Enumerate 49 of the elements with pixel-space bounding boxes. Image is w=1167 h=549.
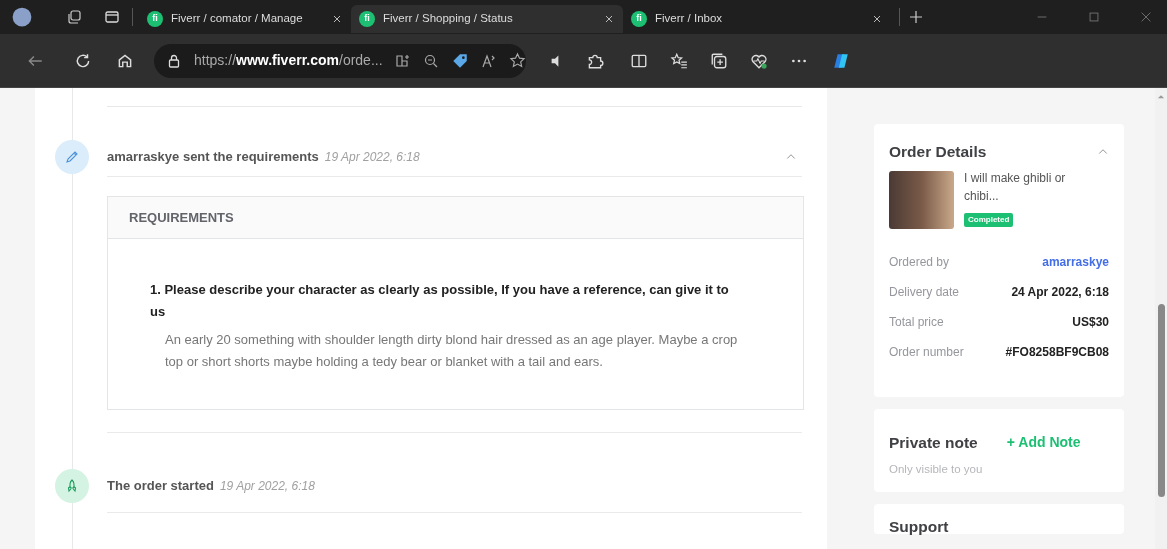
browser-tab[interactable]: fi Fiverr / Inbox [623, 5, 891, 33]
event-title: The order started [107, 477, 214, 496]
scrollbar-thumb[interactable] [1158, 304, 1165, 497]
collections-icon[interactable] [710, 51, 728, 70]
card-title: Order Details [889, 142, 987, 162]
requirement-question: 1. Please describe your character as clearly as possible, If you have a reference, can give it to us [150, 281, 730, 321]
detail-value: US$30 [1072, 314, 1109, 332]
detail-label: Delivery date [889, 284, 960, 302]
grid-plus-icon[interactable] [394, 52, 411, 69]
username-link[interactable]: amarraskye [1042, 253, 1109, 272]
detail-label: Total price [889, 314, 944, 332]
lock-icon[interactable] [166, 52, 182, 69]
browser-tab[interactable]: fi Fiverr / comator / Manage [139, 5, 351, 33]
favicon: fi [147, 11, 163, 27]
avatar-icon[interactable] [12, 7, 32, 27]
requirement-answer: An early 20 something with shoulder length dirty blond hair dressed as an age player. Maybe a crop top or short shorts maybe holding a tedy bear or blanket with a tail and ears. [164, 331, 739, 371]
gig-image-placeholder [889, 171, 954, 230]
hint-text: Only visible to you [889, 461, 984, 477]
favorites-icon[interactable] [670, 51, 688, 70]
event-time: 19 Apr 2022, 6:18 [324, 149, 420, 167]
close-icon[interactable] [331, 13, 343, 25]
pencil-icon [64, 149, 80, 165]
card-title: Private note [889, 433, 978, 454]
detail-value: 24 Apr 2022, 6:18 [1011, 284, 1109, 302]
workspaces-icon[interactable] [66, 9, 82, 25]
panel-heading: REQUIREMENTS [129, 208, 234, 227]
scrollbar[interactable] [1155, 88, 1167, 549]
window-close-icon[interactable] [1139, 10, 1153, 24]
address-bar[interactable]: https://www.fiverr.com/orde... [154, 43, 526, 78]
status-badge: Completed [964, 213, 1014, 228]
tab-actions-icon[interactable] [104, 9, 120, 25]
detail-label: Order number [889, 344, 964, 362]
favicon: fi [631, 11, 647, 27]
refresh-icon[interactable] [74, 51, 92, 70]
copilot-icon[interactable] [832, 51, 850, 70]
card-title: Support [889, 517, 949, 535]
detail-value: #FO8258BF9CB08 [1005, 344, 1109, 362]
close-icon[interactable] [871, 13, 883, 25]
detail-label: Ordered by [889, 254, 950, 272]
browser-tab[interactable]: fi Fiverr / Shopping / Status [351, 5, 623, 33]
new-tab-icon[interactable] [908, 9, 924, 25]
read-aloud-icon[interactable] [480, 52, 497, 69]
gig-title[interactable]: I will make ghibli or chibi... [964, 169, 1074, 206]
event-time: 19 Apr 2022, 6:18 [219, 478, 315, 496]
zoom-out-icon[interactable] [422, 52, 439, 69]
favicon: fi [359, 11, 375, 27]
event-title: amarraskye sent the requirements [107, 148, 319, 167]
close-icon[interactable] [603, 13, 615, 25]
star-icon[interactable] [508, 52, 526, 69]
